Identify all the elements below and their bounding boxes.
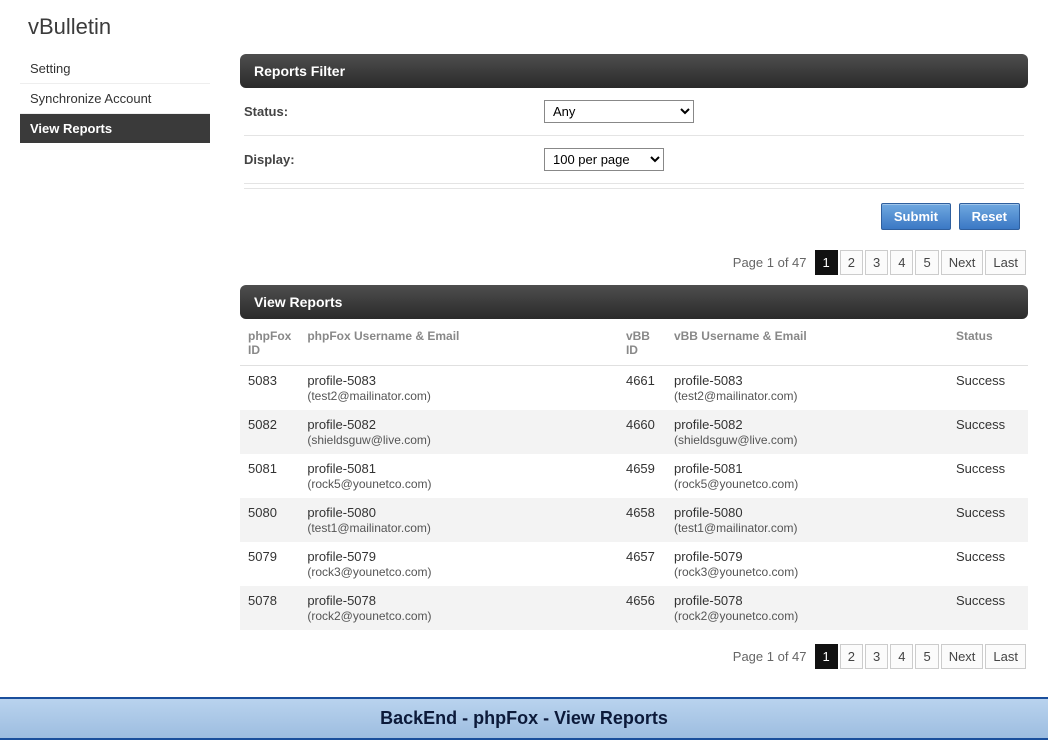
pager-next[interactable]: Next <box>941 644 984 669</box>
cell-status: Success <box>948 366 1028 411</box>
view-reports-heading: View Reports <box>240 285 1028 319</box>
sidebar-item-0[interactable]: Setting <box>20 54 210 84</box>
cell-vbb-id: 4656 <box>618 586 666 630</box>
cell-phpfox-id: 5082 <box>240 410 299 454</box>
cell-vbb-id: 4659 <box>618 454 666 498</box>
pager-info: Page 1 of 47 <box>733 649 807 664</box>
cell-phpfox-user: profile-5083(test2@mailinator.com) <box>299 366 618 411</box>
pager-page-5[interactable]: 5 <box>915 250 938 275</box>
cell-phpfox-user: profile-5078(rock2@younetco.com) <box>299 586 618 630</box>
table-row: 5078profile-5078(rock2@younetco.com)4656… <box>240 586 1028 630</box>
cell-phpfox-id: 5078 <box>240 586 299 630</box>
cell-vbb-user: profile-5078(rock2@younetco.com) <box>666 586 948 630</box>
table-row: 5081profile-5081(rock5@younetco.com)4659… <box>240 454 1028 498</box>
reports-table: phpFox ID phpFox Username & Email vBB ID… <box>240 319 1028 630</box>
pager-last[interactable]: Last <box>985 644 1026 669</box>
display-select[interactable]: 100 per page <box>544 148 664 171</box>
pager-top: Page 1 of 47 12345NextLast <box>240 236 1028 285</box>
pager-page-4[interactable]: 4 <box>890 644 913 669</box>
col-status: Status <box>948 319 1028 366</box>
cell-phpfox-id: 5080 <box>240 498 299 542</box>
col-phpfox-id: phpFox ID <box>240 319 299 366</box>
status-label: Status: <box>244 104 544 119</box>
cell-phpfox-id: 5083 <box>240 366 299 411</box>
pager-page-2[interactable]: 2 <box>840 250 863 275</box>
pager-page-1[interactable]: 1 <box>815 250 838 275</box>
cell-vbb-user: profile-5081(rock5@younetco.com) <box>666 454 948 498</box>
cell-vbb-id: 4660 <box>618 410 666 454</box>
pager-page-3[interactable]: 3 <box>865 250 888 275</box>
cell-status: Success <box>948 586 1028 630</box>
pager-next[interactable]: Next <box>941 250 984 275</box>
cell-vbb-id: 4658 <box>618 498 666 542</box>
cell-phpfox-user: profile-5082(shieldsguw@live.com) <box>299 410 618 454</box>
cell-vbb-user: profile-5082(shieldsguw@live.com) <box>666 410 948 454</box>
table-row: 5083profile-5083(test2@mailinator.com)46… <box>240 366 1028 411</box>
footer-banner: BackEnd - phpFox - View Reports <box>0 697 1048 740</box>
pager-bottom: Page 1 of 47 12345NextLast <box>240 630 1028 679</box>
pager-page-4[interactable]: 4 <box>890 250 913 275</box>
table-row: 5080profile-5080(test1@mailinator.com)46… <box>240 498 1028 542</box>
cell-status: Success <box>948 542 1028 586</box>
pager-page-5[interactable]: 5 <box>915 644 938 669</box>
cell-vbb-user: profile-5080(test1@mailinator.com) <box>666 498 948 542</box>
col-phpfox-user: phpFox Username & Email <box>299 319 618 366</box>
display-label: Display: <box>244 152 544 167</box>
cell-vbb-user: profile-5079(rock3@younetco.com) <box>666 542 948 586</box>
cell-phpfox-user: profile-5079(rock3@younetco.com) <box>299 542 618 586</box>
submit-button[interactable]: Submit <box>881 203 951 230</box>
pager-page-3[interactable]: 3 <box>865 644 888 669</box>
col-vbb-user: vBB Username & Email <box>666 319 948 366</box>
cell-status: Success <box>948 498 1028 542</box>
cell-phpfox-id: 5081 <box>240 454 299 498</box>
table-row: 5082profile-5082(shieldsguw@live.com)466… <box>240 410 1028 454</box>
cell-phpfox-user: profile-5080(test1@mailinator.com) <box>299 498 618 542</box>
reset-button[interactable]: Reset <box>959 203 1020 230</box>
cell-phpfox-user: profile-5081(rock5@younetco.com) <box>299 454 618 498</box>
pager-last[interactable]: Last <box>985 250 1026 275</box>
cell-vbb-user: profile-5083(test2@mailinator.com) <box>666 366 948 411</box>
pager-info: Page 1 of 47 <box>733 255 807 270</box>
cell-vbb-id: 4657 <box>618 542 666 586</box>
reports-filter-heading: Reports Filter <box>240 54 1028 88</box>
col-vbb-id: vBB ID <box>618 319 666 366</box>
pager-page-2[interactable]: 2 <box>840 644 863 669</box>
status-select[interactable]: Any <box>544 100 694 123</box>
cell-phpfox-id: 5079 <box>240 542 299 586</box>
pager-page-1[interactable]: 1 <box>815 644 838 669</box>
cell-vbb-id: 4661 <box>618 366 666 411</box>
cell-status: Success <box>948 410 1028 454</box>
table-row: 5079profile-5079(rock3@younetco.com)4657… <box>240 542 1028 586</box>
brand-title: vBulletin <box>20 10 1028 54</box>
sidebar-item-1[interactable]: Synchronize Account <box>20 84 210 114</box>
sidebar-item-2[interactable]: View Reports <box>20 114 210 143</box>
cell-status: Success <box>948 454 1028 498</box>
sidebar-nav: SettingSynchronize AccountView Reports <box>20 54 210 143</box>
